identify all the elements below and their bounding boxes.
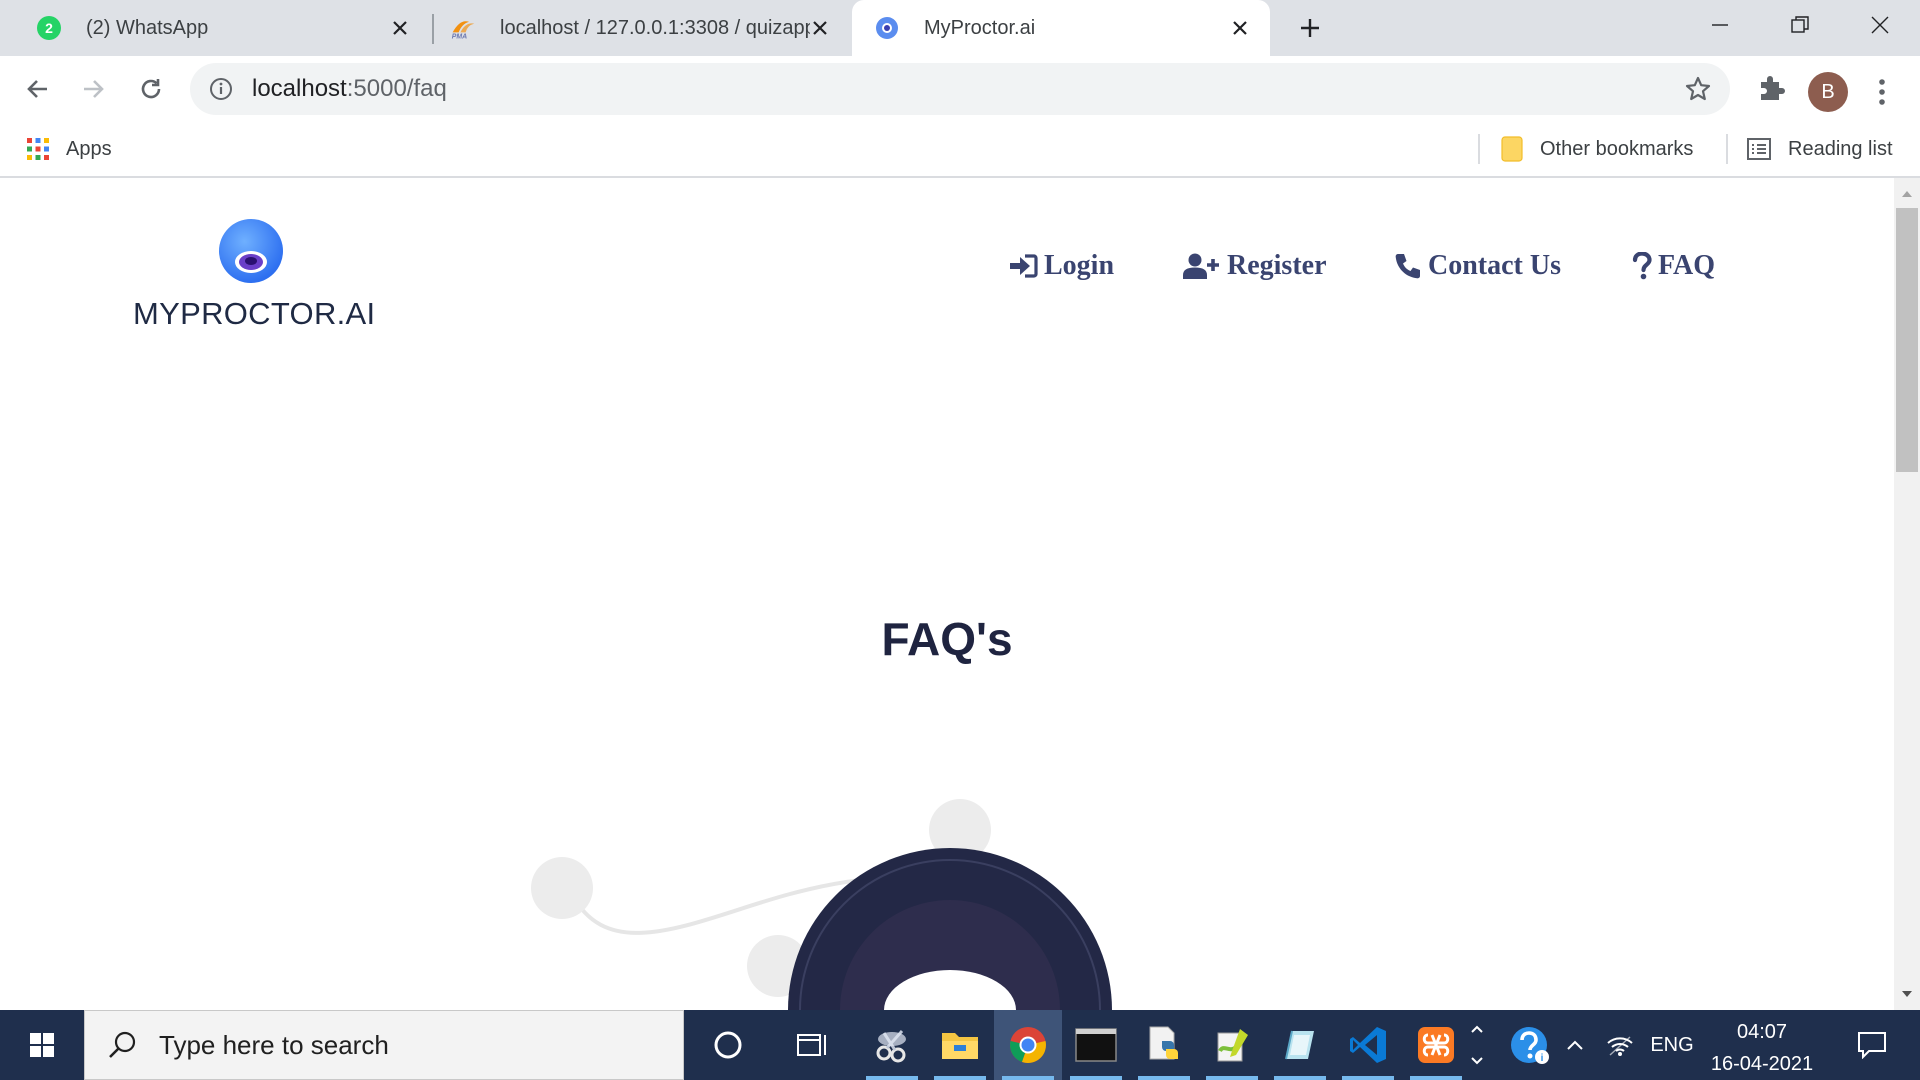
svg-text:i: i — [1541, 1053, 1544, 1064]
notepad-plus-plus-icon[interactable] — [1198, 1010, 1266, 1080]
tab-title: localhost / 127.0.0.1:3308 / quizapp — [500, 16, 810, 39]
terminal-icon[interactable] — [1062, 1010, 1130, 1080]
browser-toolbar: localhost:5000/faq — [0, 56, 1920, 122]
faq-illustration — [500, 798, 1150, 1010]
address-bar[interactable]: localhost:5000/faq — [190, 63, 1730, 115]
page-title: FAQ's — [881, 613, 1013, 665]
wifi-icon[interactable] — [1600, 1010, 1640, 1080]
nav-faq[interactable]: FAQ — [1632, 250, 1715, 282]
nav-label: Contact Us — [1428, 250, 1561, 281]
bookmark-other[interactable]: Other bookmarks — [1500, 122, 1693, 176]
bookmark-label: Apps — [66, 137, 112, 160]
windows-start-icon[interactable] — [0, 1010, 84, 1080]
page-scrollbar[interactable] — [1894, 178, 1920, 1010]
python-editor-icon[interactable] — [1130, 1010, 1198, 1080]
whatsapp-icon: 2 — [36, 15, 62, 41]
close-icon[interactable] — [1226, 14, 1254, 42]
myproctor-favicon — [874, 15, 900, 41]
bookmark-separator — [1478, 134, 1480, 164]
snipping-tool-icon[interactable] — [858, 1010, 926, 1080]
profile-avatar[interactable]: B — [1808, 72, 1848, 112]
nav-contact-us[interactable]: Contact Us — [1394, 250, 1561, 282]
phone-icon — [1394, 252, 1422, 280]
search-icon — [107, 1030, 137, 1060]
menu-kebab-icon[interactable] — [1870, 72, 1894, 112]
windows-taskbar: Type here to search i ENG 04:07 16-04-20… — [0, 1010, 1920, 1080]
close-icon[interactable] — [806, 14, 834, 42]
new-tab-button[interactable] — [1292, 10, 1328, 46]
system-clock[interactable]: 04:07 16-04-2021 — [1700, 1016, 1824, 1080]
clock-time: 04:07 — [1736, 1021, 1788, 1043]
sign-in-icon — [1008, 253, 1038, 279]
info-icon[interactable] — [208, 76, 234, 102]
tab-title: MyProctor.ai — [924, 16, 1036, 39]
page-viewport: MYPROCTOR.AI Login Register Contact Us F… — [0, 178, 1894, 1010]
tab-phpmyadmin[interactable]: PMA localhost / 127.0.0.1:3308 / quizapp — [434, 0, 850, 56]
tab-whatsapp[interactable]: 2 (2) WhatsApp — [0, 0, 430, 56]
nav-label: Login — [1044, 250, 1115, 281]
tab-myproctor[interactable]: MyProctor.ai — [852, 0, 1270, 56]
bookmark-label: Other bookmarks — [1540, 137, 1694, 160]
svg-text:PMA: PMA — [452, 33, 467, 40]
nav-label: Register — [1227, 250, 1327, 281]
reload-button[interactable] — [128, 66, 174, 112]
nav-login[interactable]: Login — [1008, 250, 1114, 282]
bookmark-apps[interactable]: Apps — [26, 122, 112, 176]
back-button[interactable] — [15, 66, 61, 112]
close-icon[interactable] — [386, 14, 414, 42]
file-explorer-icon[interactable] — [926, 1010, 994, 1080]
eye-logo-icon[interactable] — [218, 218, 284, 284]
forward-button[interactable] — [70, 66, 116, 112]
taskbar-scroll-arrows[interactable] — [1460, 1010, 1494, 1080]
cortana-icon[interactable] — [694, 1010, 762, 1080]
chrome-icon[interactable] — [994, 1010, 1062, 1080]
apps-grid-icon — [26, 137, 50, 161]
nav-label: FAQ — [1658, 250, 1716, 281]
brand-name[interactable]: MYPROCTOR.AI — [133, 296, 375, 332]
url-text[interactable]: localhost:5000/faq — [252, 75, 447, 103]
language-indicator[interactable]: ENG — [1644, 1010, 1700, 1080]
task-view-icon[interactable] — [778, 1010, 846, 1080]
nav-register[interactable]: Register — [1183, 250, 1327, 282]
chevron-up-icon[interactable] — [1560, 1010, 1590, 1080]
taskbar-search-box[interactable]: Type here to search — [84, 1010, 684, 1080]
notes-app-icon[interactable] — [1266, 1010, 1334, 1080]
user-plus-icon — [1183, 253, 1221, 279]
bookmark-label: Reading list — [1788, 137, 1893, 160]
clock-date: 16-04-2021 — [1710, 1053, 1814, 1075]
help-icon[interactable]: i — [1500, 1010, 1558, 1080]
close-window-button[interactable] — [1840, 0, 1920, 50]
bookmark-separator — [1726, 134, 1728, 164]
scrollbar-thumb[interactable] — [1896, 208, 1918, 472]
tab-title: (2) WhatsApp — [86, 16, 209, 39]
scroll-up-icon[interactable] — [1901, 188, 1913, 200]
bookmark-star-icon[interactable] — [1684, 75, 1712, 103]
notification-icon[interactable] — [1842, 1010, 1902, 1080]
tab-strip: 2 (2) WhatsApp PMA localhost / 127.0.0.1… — [0, 0, 1920, 56]
phpmyadmin-icon: PMA — [450, 15, 476, 41]
bookmarks-bar: Apps Other bookmarks Reading list — [0, 122, 1920, 178]
reading-list-icon — [1746, 137, 1772, 161]
reading-list[interactable]: Reading list — [1746, 122, 1893, 176]
scroll-down-icon[interactable] — [1901, 988, 1913, 1000]
restore-button[interactable] — [1760, 0, 1840, 50]
folder-icon — [1500, 135, 1524, 163]
minimize-button[interactable] — [1680, 0, 1760, 50]
question-icon — [1632, 252, 1652, 280]
svg-text:2: 2 — [45, 20, 53, 36]
search-placeholder: Type here to search — [159, 1029, 389, 1060]
vscode-icon[interactable] — [1334, 1010, 1402, 1080]
extensions-puzzle-icon[interactable] — [1756, 70, 1786, 110]
